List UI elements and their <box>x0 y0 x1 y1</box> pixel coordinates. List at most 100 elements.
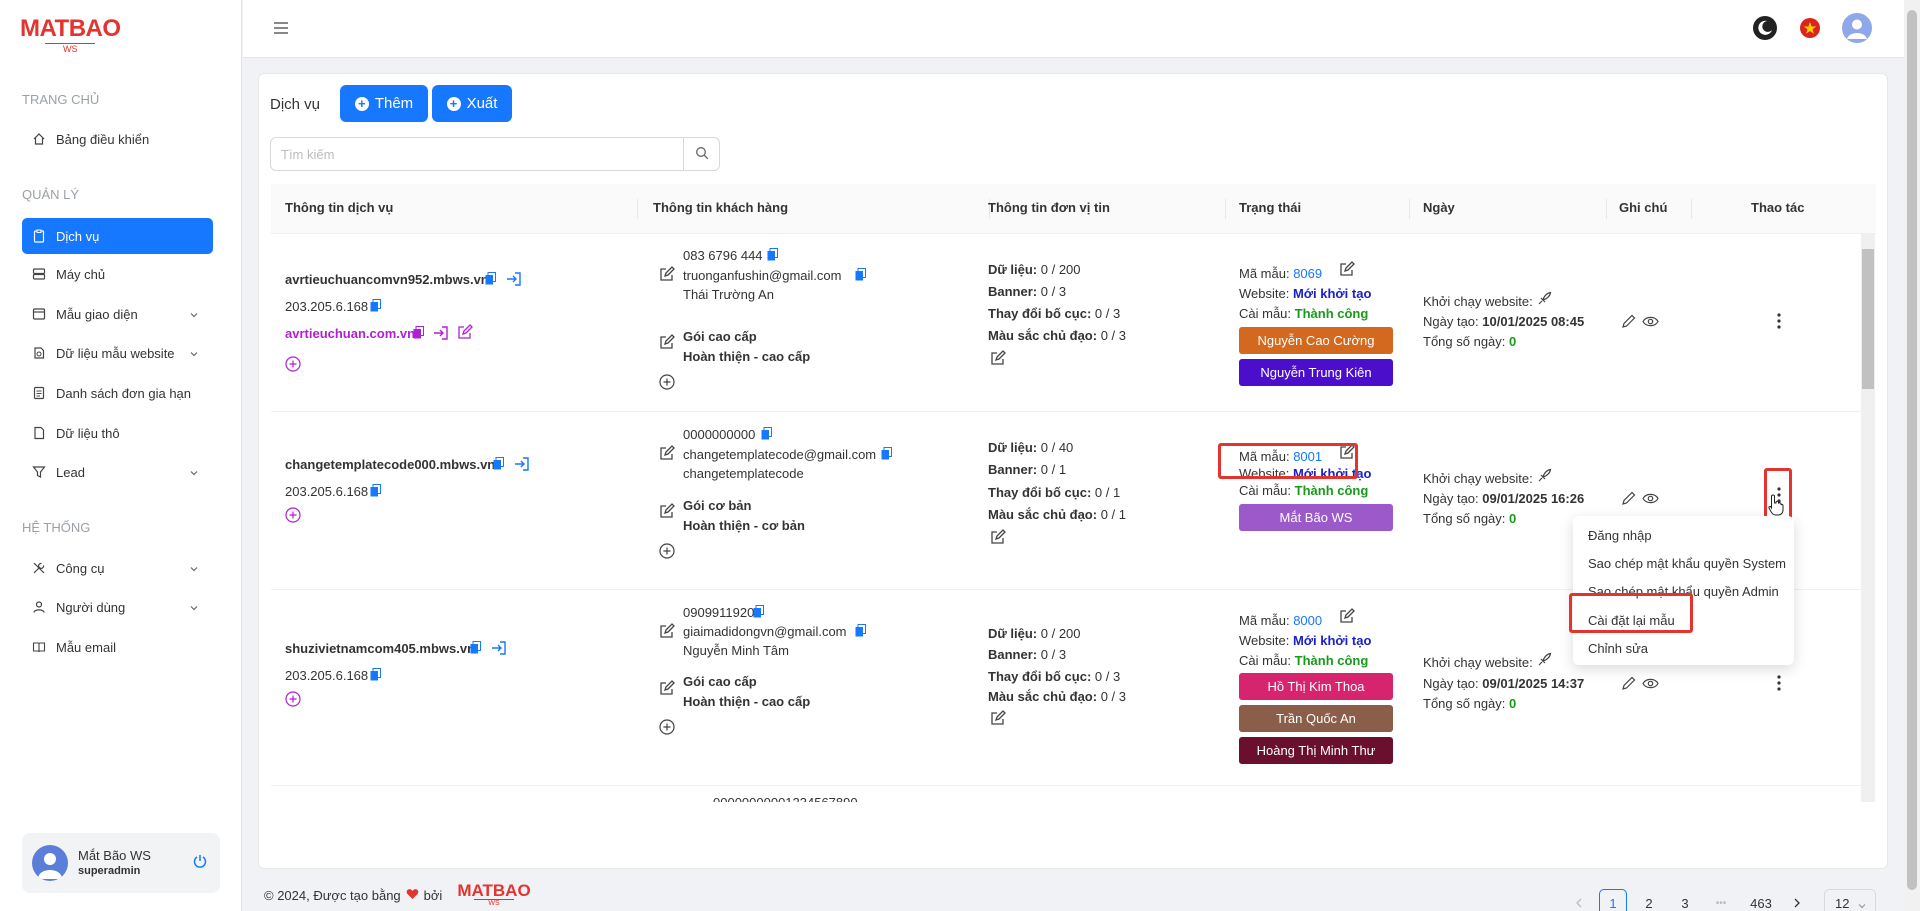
more-vertical-icon[interactable] <box>1776 674 1782 695</box>
copy-icon[interactable] <box>485 272 496 288</box>
table-scrollbar-thumb[interactable] <box>1862 249 1874 389</box>
copy-icon[interactable] <box>767 248 778 264</box>
page-button[interactable]: 1 <box>1599 889 1627 911</box>
search-input[interactable] <box>271 138 685 170</box>
export-button[interactable]: + Xuất <box>432 85 512 122</box>
edit-note-icon[interactable] <box>1621 676 1636 694</box>
copy-icon[interactable] <box>493 457 504 473</box>
edit-icon[interactable] <box>659 445 675 464</box>
page-size-select[interactable]: 12 <box>1824 889 1876 911</box>
copy-icon[interactable] <box>753 605 764 621</box>
copy-icon[interactable] <box>855 624 866 640</box>
sidebar-item-servers[interactable]: Máy chủ <box>22 256 213 292</box>
quota-banner: Banner: 0 / 1 <box>988 462 1066 477</box>
add-circle-icon[interactable] <box>285 507 301 526</box>
copy-icon[interactable] <box>370 484 381 500</box>
window-scrollbar[interactable] <box>1904 0 1920 911</box>
rocket-icon[interactable] <box>1537 652 1552 670</box>
edit-icon[interactable] <box>457 324 473 343</box>
eye-icon[interactable] <box>1642 492 1659 508</box>
sidebar-item-email-templates[interactable]: Mẫu email <box>22 629 213 665</box>
page-ellipsis[interactable]: ••• <box>1707 889 1735 911</box>
copy-icon[interactable] <box>370 299 381 315</box>
customer-name: Nguyễn Minh Tâm <box>683 643 789 658</box>
sidebar-item-templates[interactable]: Mẫu giao diện <box>22 296 213 332</box>
footer-brand: MATBAO <box>457 881 531 900</box>
edit-icon[interactable] <box>990 529 1006 548</box>
custom-domain[interactable]: avrtieuchuan.com.vn <box>285 326 415 341</box>
add-circle-icon[interactable] <box>659 374 675 393</box>
search-button[interactable] <box>683 138 719 170</box>
login-icon[interactable] <box>514 457 530 474</box>
menu-icon[interactable] <box>273 20 289 39</box>
add-button[interactable]: + Thêm <box>340 85 428 122</box>
sidebar-item-template-data[interactable]: Dữ liệu mẫu website <box>22 335 213 371</box>
quota-color-label: Màu sắc chủ đạo: <box>988 507 1098 522</box>
total-days: Tổng số ngày: 0 <box>1423 334 1516 349</box>
edit-note-icon[interactable] <box>1621 491 1636 509</box>
sidebar-item-tools[interactable]: Công cụ <box>22 550 213 586</box>
edit-icon[interactable] <box>990 710 1006 729</box>
add-circle-icon[interactable] <box>285 691 301 710</box>
footer-logo[interactable]: MATBAO WS <box>457 882 530 908</box>
edit-note-icon[interactable] <box>1621 314 1636 332</box>
edit-icon[interactable] <box>990 350 1006 369</box>
page-button[interactable]: 2 <box>1635 889 1663 911</box>
window-scrollbar-thumb[interactable] <box>1907 10 1917 890</box>
template-code-value[interactable]: 8000 <box>1293 613 1322 628</box>
menu-item-edit[interactable]: Chỉnh sửa <box>1588 641 1648 656</box>
copy-icon[interactable] <box>761 427 772 443</box>
column-divider <box>1606 199 1607 219</box>
staff-tag: Trần Quốc An <box>1239 705 1393 732</box>
install-status-value: Thành công <box>1294 306 1369 321</box>
power-icon[interactable] <box>192 853 208 872</box>
edit-icon[interactable] <box>1339 608 1355 627</box>
add-circle-icon[interactable] <box>659 543 675 562</box>
eye-icon[interactable] <box>1642 677 1659 693</box>
menu-item-login[interactable]: Đăng nhập <box>1588 528 1652 543</box>
edit-icon[interactable] <box>659 680 675 699</box>
sidebar-item-label: Người dùng <box>56 599 126 615</box>
edit-icon[interactable] <box>659 503 675 522</box>
chevron-down-icon <box>1857 899 1867 911</box>
action-context-menu: Đăng nhập Sao chép mật khẩu quyền System… <box>1573 516 1794 665</box>
login-icon[interactable] <box>433 326 449 343</box>
sidebar-item-lead[interactable]: Lead <box>22 454 213 490</box>
menu-item-copy-system-password[interactable]: Sao chép mật khẩu quyền System <box>1588 556 1786 571</box>
avatar-icon[interactable] <box>1841 12 1873 47</box>
edit-icon[interactable] <box>659 623 675 642</box>
prev-page-button[interactable] <box>1565 889 1593 911</box>
login-icon[interactable] <box>506 272 522 289</box>
rocket-icon[interactable] <box>1537 291 1552 309</box>
brand-logo[interactable]: MATBAO WS <box>20 15 121 54</box>
copy-icon[interactable] <box>370 668 381 684</box>
edit-icon[interactable] <box>659 334 675 353</box>
copy-icon[interactable] <box>881 447 892 463</box>
sidebar-item-services[interactable]: Dịch vụ <box>22 218 213 254</box>
eye-icon[interactable] <box>1642 315 1659 331</box>
template-code-value[interactable]: 8069 <box>1293 266 1322 281</box>
copy-icon[interactable] <box>413 326 424 342</box>
edit-icon[interactable] <box>1339 261 1355 280</box>
sidebar-item-raw-data[interactable]: Dữ liệu thô <box>22 415 213 451</box>
sidebar-item-users[interactable]: Người dùng <box>22 589 213 625</box>
add-circle-icon[interactable] <box>659 719 675 738</box>
edit-icon[interactable] <box>659 266 675 285</box>
customer-phone: 00000000001234567890 <box>713 795 858 802</box>
login-icon[interactable] <box>491 641 507 658</box>
add-circle-icon[interactable] <box>285 356 301 375</box>
page-button[interactable]: 463 <box>1743 889 1779 911</box>
sidebar-item-dashboard[interactable]: Bảng điều khiển <box>22 121 213 157</box>
rocket-icon[interactable] <box>1537 468 1552 486</box>
quota-color-value: 0 / 3 <box>1100 328 1126 343</box>
copy-icon[interactable] <box>470 641 481 657</box>
more-vertical-icon[interactable] <box>1776 312 1782 333</box>
page-button[interactable]: 3 <box>1671 889 1699 911</box>
dark-mode-icon[interactable] <box>1751 14 1779 45</box>
install-status-label: Cài mẫu: <box>1239 483 1292 498</box>
copy-icon[interactable] <box>855 268 866 284</box>
next-page-button[interactable] <box>1783 889 1811 911</box>
vn-flag-icon[interactable] <box>1799 17 1821 42</box>
layout-icon <box>32 307 46 321</box>
sidebar-item-renewals[interactable]: Danh sách đơn gia hạn <box>22 375 213 411</box>
